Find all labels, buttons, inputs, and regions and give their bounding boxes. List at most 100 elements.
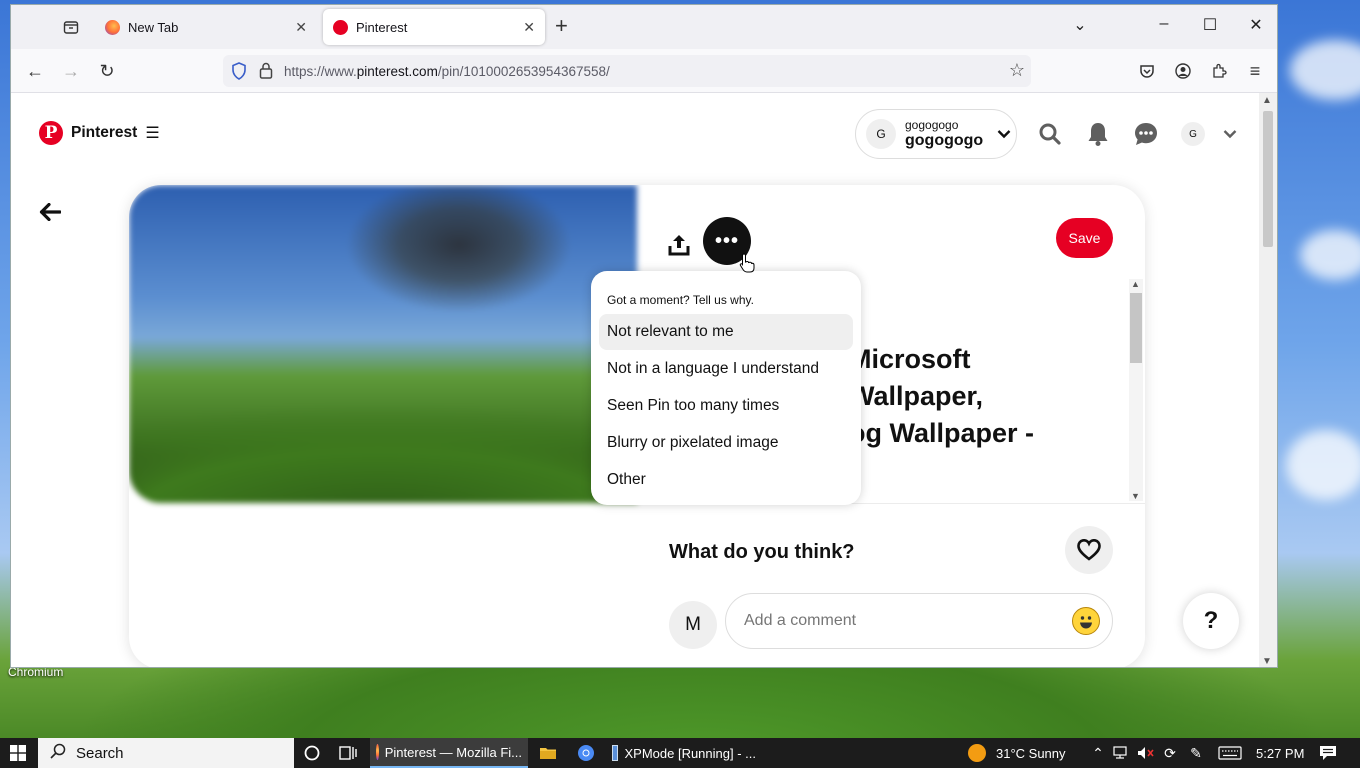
back-arrow-icon[interactable]	[39, 201, 62, 227]
share-icon[interactable]	[665, 231, 693, 259]
forward-icon[interactable]: →	[59, 59, 83, 83]
chromium-icon[interactable]	[576, 738, 596, 768]
notifications-bell-icon[interactable]	[1085, 121, 1111, 147]
url-prefix: https://www.	[284, 63, 357, 79]
pin-title-line: Wallpaper,	[849, 381, 984, 411]
account-switcher[interactable]: G gogogogo gogogogo	[855, 109, 1017, 159]
account-name: gogogogo	[905, 131, 984, 149]
url-text[interactable]: https://www.pinterest.com/pin/1010002653…	[284, 64, 610, 79]
list-all-tabs-icon[interactable]: ⌄	[1065, 15, 1095, 35]
taskbar-search[interactable]: Search	[38, 738, 294, 768]
pin-title-line: Microsoft	[849, 344, 971, 374]
menu-hint: Got a moment? Tell us why.	[607, 293, 754, 307]
pocket-icon[interactable]	[1135, 59, 1159, 83]
tab-overview-icon[interactable]	[59, 15, 83, 39]
pin-title: Microsoft Wallpaper, og Wallpaper -	[849, 341, 1034, 452]
bookmark-star-icon[interactable]: ☆	[1009, 60, 1025, 81]
taskbar-app-firefox[interactable]: Pinterest — Mozilla Fi...	[370, 738, 528, 768]
chevron-down-icon	[997, 126, 1011, 142]
keyboard-icon[interactable]	[1216, 738, 1244, 768]
emoji-icon[interactable]	[1072, 607, 1100, 635]
pin-title-line: og Wallpaper -	[849, 418, 1035, 448]
search-icon	[50, 743, 66, 763]
browser-window: New Tab ✕ Pinterest ✕ + ⌄ – ☐ ✕ ← → ↻ ht…	[10, 4, 1278, 668]
close-window-icon[interactable]: ✕	[1241, 15, 1271, 35]
details-scrollbar[interactable]: ▲ ▼	[1129, 279, 1143, 501]
menu-icon[interactable]: ≡	[1243, 59, 1267, 83]
pinterest-icon	[333, 19, 348, 35]
taskbar-app-label: XPMode [Running] - ...	[624, 745, 756, 761]
lock-icon[interactable]	[259, 62, 273, 84]
sync-icon[interactable]: ⟳	[1160, 738, 1180, 768]
scroll-up-icon[interactable]: ▲	[1131, 279, 1140, 289]
avatar: G	[866, 119, 896, 149]
notifications-icon[interactable]	[1316, 738, 1340, 768]
tab-new-tab[interactable]: New Tab ✕	[95, 9, 317, 45]
task-view-icon[interactable]	[336, 738, 360, 768]
pinterest-page: P Pinterest ☰ G gogogogo gogogogo G ••• …	[11, 93, 1261, 667]
menu-item-other[interactable]: Other	[599, 462, 853, 498]
menu-item-seen-too-many[interactable]: Seen Pin too many times	[599, 388, 853, 424]
account-icon[interactable]	[1171, 59, 1195, 83]
hand-cursor-icon	[739, 253, 755, 273]
pin-image[interactable]	[129, 185, 637, 503]
clock[interactable]: 5:27 PM	[1250, 738, 1310, 768]
tab-title: Pinterest	[356, 19, 408, 35]
volume-muted-icon[interactable]	[1136, 738, 1156, 768]
virtualbox-icon	[612, 745, 619, 761]
scroll-down-icon[interactable]: ▼	[1131, 491, 1140, 501]
feedback-prompt: What do you think?	[669, 541, 855, 563]
chevron-up-icon[interactable]: ⌃	[1090, 738, 1106, 768]
help-button[interactable]: ?	[1183, 593, 1239, 649]
network-icon[interactable]	[1112, 738, 1132, 768]
commenter-avatar: M	[669, 601, 717, 649]
pinterest-logo-icon: P	[39, 121, 63, 145]
search-icon[interactable]	[1037, 121, 1063, 147]
firefox-icon	[105, 19, 120, 35]
hamburger-icon[interactable]: ☰	[145, 123, 159, 143]
reload-icon[interactable]: ↻	[95, 59, 119, 83]
url-domain: pinterest.com	[356, 63, 438, 79]
minimize-icon[interactable]: –	[1149, 15, 1179, 33]
messages-icon[interactable]	[1133, 121, 1159, 147]
scroll-up-icon[interactable]: ▲	[1262, 95, 1272, 106]
comment-field[interactable]	[725, 593, 1113, 649]
close-tab-icon[interactable]: ✕	[523, 19, 535, 36]
scroll-down-icon[interactable]: ▼	[1262, 656, 1272, 667]
menu-item-not-relevant[interactable]: Not relevant to me	[599, 314, 853, 350]
tracking-protection-icon[interactable]	[231, 62, 247, 85]
menu-item-blurry[interactable]: Blurry or pixelated image	[599, 425, 853, 461]
account-name-small: gogogogo	[905, 117, 959, 132]
logo-text: Pinterest	[71, 124, 138, 141]
weather-sun-icon[interactable]	[966, 738, 988, 768]
pinterest-logo[interactable]: P Pinterest ☰	[39, 121, 160, 145]
menu-item-language[interactable]: Not in a language I understand	[599, 351, 853, 387]
firefox-icon	[376, 744, 379, 760]
url-bar[interactable]: https://www.pinterest.com/pin/1010002653…	[223, 55, 1031, 87]
heart-icon[interactable]	[1065, 526, 1113, 574]
cortana-icon[interactable]	[300, 738, 324, 768]
windows-start-icon[interactable]	[0, 738, 36, 768]
tab-title: New Tab	[128, 19, 179, 35]
back-icon[interactable]: ←	[23, 59, 47, 83]
extensions-icon[interactable]	[1207, 59, 1231, 83]
search-label: Search	[76, 744, 124, 762]
accounts-chevron-icon[interactable]	[1217, 121, 1243, 147]
maximize-icon[interactable]: ☐	[1195, 15, 1225, 35]
close-tab-icon[interactable]: ✕	[295, 19, 307, 36]
weather-text[interactable]: 31°C Sunny	[990, 738, 1072, 768]
profile-avatar[interactable]: G	[1181, 122, 1205, 146]
scrollbar-thumb[interactable]	[1130, 293, 1142, 363]
hide-pin-menu: Got a moment? Tell us why. Not relevant …	[591, 271, 861, 505]
tab-pinterest[interactable]: Pinterest ✕	[323, 9, 545, 45]
taskbar-app-xpmode[interactable]: XPMode [Running] - ...	[606, 738, 762, 768]
taskbar: Search Pinterest — Mozilla Fi... XPMode …	[0, 738, 1360, 768]
save-button[interactable]: Save	[1056, 218, 1113, 258]
comment-input[interactable]	[744, 612, 1044, 630]
file-explorer-icon[interactable]	[538, 738, 558, 768]
tab-bar: New Tab ✕ Pinterest ✕ + ⌄ – ☐ ✕	[11, 5, 1277, 49]
new-tab-button[interactable]: +	[555, 15, 568, 37]
pen-icon[interactable]: ✎	[1186, 738, 1206, 768]
scrollbar-thumb[interactable]	[1263, 111, 1273, 247]
page-scrollbar[interactable]: ▲ ▼	[1259, 93, 1277, 667]
